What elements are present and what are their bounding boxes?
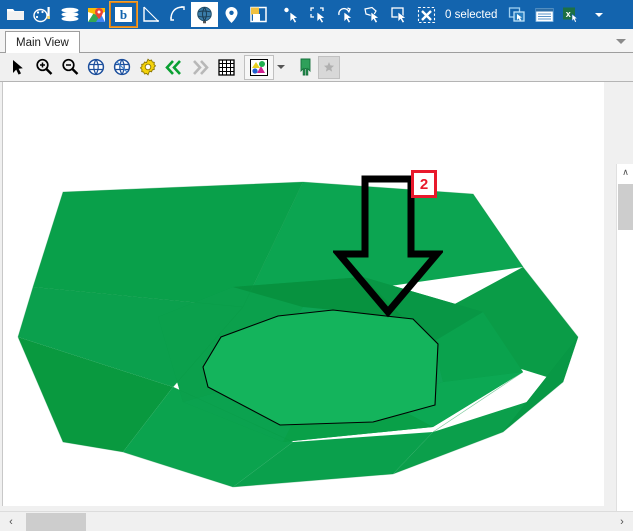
annotation-badge-2-label: 2 [419,175,429,193]
view-toolbar [0,53,633,82]
terrain-surface[interactable] [3,82,604,506]
clear-selection-icon[interactable] [413,2,440,27]
globe-icon[interactable] [191,2,218,27]
star-icon [318,55,340,79]
b-logo-icon[interactable]: b [109,1,138,28]
terrain-facets [17,181,579,488]
vertical-scrollbar-thumb[interactable] [618,184,633,230]
globe-view-icon[interactable] [83,55,109,80]
previous-chevrons-icon[interactable] [161,55,187,80]
horizontal-scrollbar[interactable]: ‹ › [0,511,633,531]
grid-icon[interactable] [213,55,239,80]
vertical-scrollbar[interactable]: ∧ ∨ [616,164,633,531]
tab-bar: Main View [0,29,633,53]
copy-selection-icon[interactable] [504,2,531,27]
annotation-badge-2: 2 [411,170,437,198]
main-toolbar: b 0 selected x [0,0,633,29]
export-excel-icon[interactable]: x [558,2,585,27]
svg-text:b: b [120,7,127,22]
curve-icon[interactable] [164,2,191,27]
color-palette-icon[interactable] [244,54,274,80]
toolbar-overflow-caret[interactable] [591,3,607,27]
viewport-container: 2 y x z 80m ∧ [0,82,633,531]
globe-rotate-icon[interactable] [109,55,135,80]
bookmark-flag-icon[interactable] [292,55,318,80]
tabbar-overflow-caret[interactable] [615,36,626,47]
map-marker-icon[interactable] [83,2,110,27]
next-chevrons-icon[interactable] [187,55,213,80]
zoom-in-icon[interactable] [31,55,57,80]
tab-main-view[interactable]: Main View [5,31,80,53]
palette-brush-icon[interactable] [29,2,56,27]
select-rectangle-icon[interactable] [305,2,332,27]
select-circle-icon[interactable] [332,2,359,27]
3d-viewport[interactable]: 2 y x z 80m [2,82,604,506]
plan-icon[interactable] [245,2,272,27]
application-window: b 0 selected x Main View 2 ∧ ‹ › [0,0,633,531]
color-palette-caret[interactable] [274,55,287,79]
table-view-icon[interactable] [531,2,558,27]
vertical-scrollbar-up-arrow[interactable]: ∧ [617,164,633,181]
horizontal-scrollbar-right-arrow[interactable]: › [613,512,631,531]
pointer-icon[interactable] [5,55,31,80]
select-point-icon[interactable] [278,2,305,27]
horizontal-scrollbar-thumb[interactable] [26,513,86,531]
open-folder-icon[interactable] [2,2,29,27]
select-polygon-icon[interactable] [359,2,386,27]
selection-status: 0 selected [445,8,498,21]
select-crop-icon[interactable] [386,2,413,27]
tab-main-view-label: Main View [16,36,69,49]
svg-text:x: x [566,9,571,19]
pin-icon[interactable] [218,2,245,27]
settings-gear-icon[interactable] [135,55,161,80]
layers-icon[interactable] [56,2,83,27]
zoom-out-icon[interactable] [57,55,83,80]
triangle-ruler-icon[interactable] [137,2,164,27]
horizontal-scrollbar-left-arrow[interactable]: ‹ [2,512,20,531]
